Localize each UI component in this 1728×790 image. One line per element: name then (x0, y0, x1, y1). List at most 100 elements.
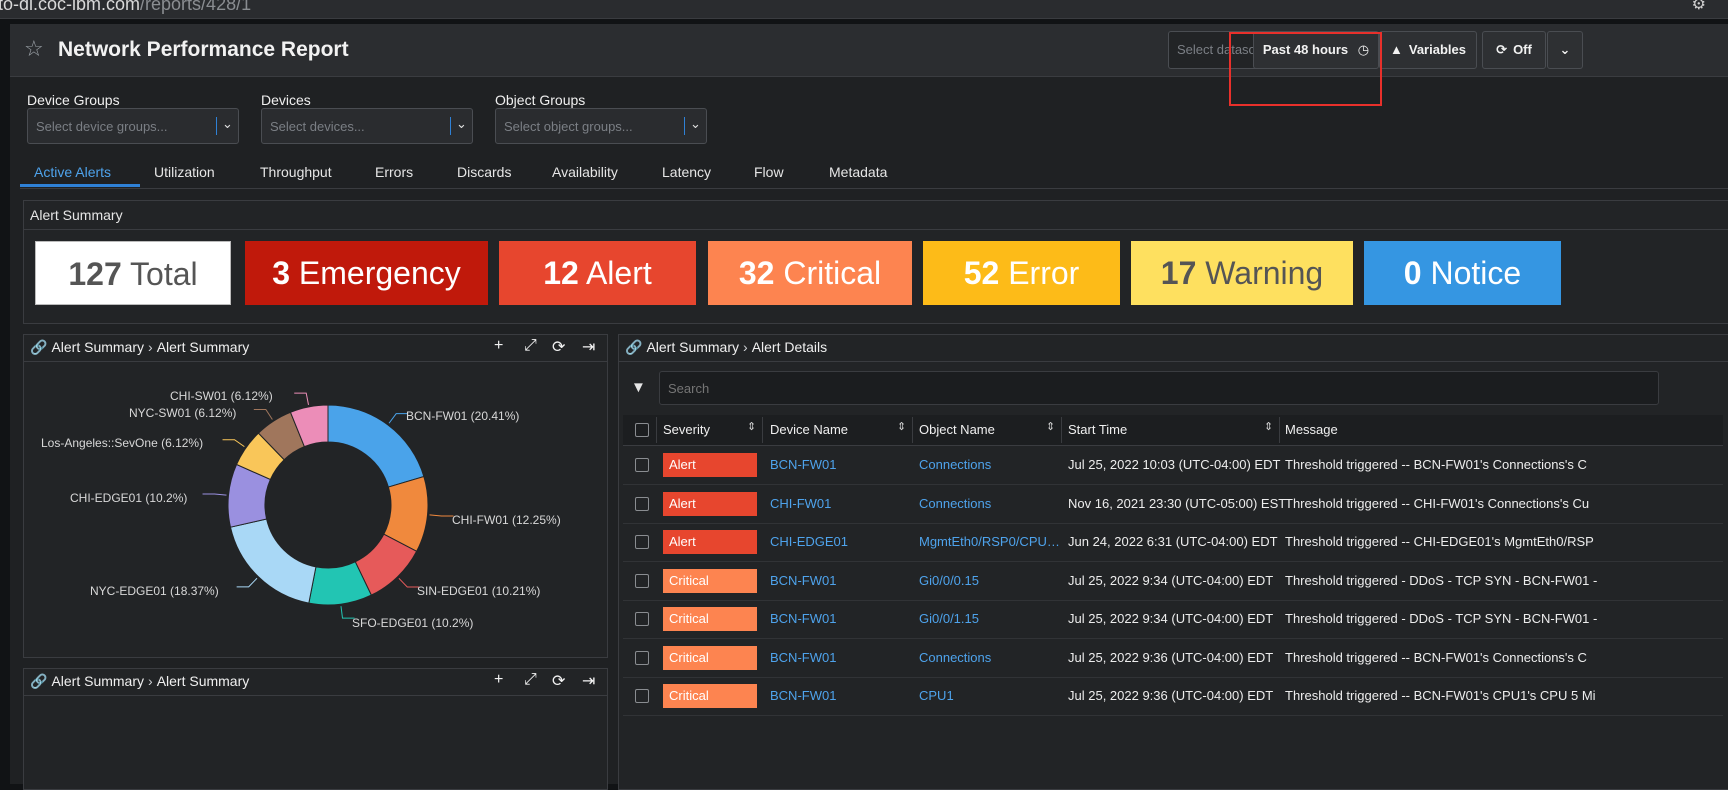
device-groups-placeholder: Select device groups... (36, 119, 168, 134)
tab-availability[interactable]: Availability (552, 164, 618, 180)
tab-discards[interactable]: Discards (457, 164, 511, 180)
table-row[interactable]: Critical BCN-FW01 Connections Jul 25, 2022 … (623, 639, 1723, 678)
object-groups-select[interactable]: Select object groups... ⌄ (495, 108, 707, 144)
device-name-link[interactable]: BCN-FW01 (770, 611, 836, 626)
column-header-start-time[interactable]: Start Time (1068, 422, 1127, 437)
refresh-icon[interactable]: ⟳ (552, 337, 565, 357)
chevron-right-icon: › (148, 339, 153, 355)
column-header-severity[interactable]: Severity (663, 422, 710, 437)
alert-count-box[interactable]: 12 Alert (499, 241, 696, 305)
object-name-link[interactable]: Connections (919, 496, 991, 511)
tab-latency[interactable]: Latency (662, 164, 711, 180)
link-icon[interactable]: 🔗 (30, 339, 47, 355)
chevron-down-icon[interactable]: ⌄ (690, 116, 701, 132)
time-range-label: Past 48 hours (1262, 42, 1349, 57)
row-checkbox[interactable] (635, 573, 649, 588)
message-text: Threshold triggered -- CHI-FW01's Connec… (1285, 495, 1590, 511)
add-icon[interactable]: + (494, 671, 503, 689)
device-name-link[interactable]: BCN-FW01 (770, 573, 836, 588)
tab-throughput[interactable]: Throughput (260, 164, 332, 180)
breadcrumb-1[interactable]: Alert Summary (51, 339, 144, 355)
severity-badge: Critical (663, 568, 757, 593)
message-text: Threshold triggered - DDoS - TCP SYN - B… (1285, 611, 1598, 626)
total-count-box[interactable]: 127 Total (35, 241, 231, 305)
row-checkbox[interactable] (635, 689, 649, 703)
url-text[interactable]: to-di.coc-ibm.com/reports/428/1 (0, 0, 251, 15)
device-groups-select[interactable]: Select device groups... ⌄ (27, 108, 239, 144)
auto-refresh-button[interactable]: ⟳ Off (1482, 31, 1546, 69)
table-row[interactable]: Alert CHI-EDGE01 MgmtEth0/RSP0/CPU… Jun 24,… (623, 523, 1723, 562)
total-count: 127 (68, 256, 122, 292)
time-range-button[interactable]: Past 48 hours ◷ (1253, 31, 1379, 69)
device-name-link[interactable]: BCN-FW01 (770, 457, 836, 472)
device-name-link[interactable]: BCN-FW01 (770, 688, 836, 703)
breadcrumb-1[interactable]: Alert Summary (646, 339, 739, 355)
browser-url-bar[interactable]: to-di.coc-ibm.com/reports/428/1 ⚙ (0, 0, 1728, 19)
table-row[interactable]: Critical BCN-FW01 CPU1 Jul 25, 2022 9:36 (U… (623, 677, 1723, 716)
error-count-box[interactable]: 52 Error (923, 241, 1120, 305)
donut-slice[interactable] (229, 518, 317, 604)
variables-button[interactable]: ▲ Variables (1379, 31, 1477, 69)
row-checkbox[interactable] (635, 650, 649, 665)
object-name-link[interactable]: Gi0/0/1.15 (919, 611, 979, 626)
shapes-icon: ▲ (1390, 42, 1403, 57)
device-name-link[interactable]: CHI-EDGE01 (770, 534, 848, 549)
expand-icon[interactable]: ⤢ (524, 671, 537, 689)
object-name-link[interactable]: Connections (919, 650, 991, 665)
critical-count-box[interactable]: 32 Critical (708, 241, 912, 305)
device-name-link[interactable]: BCN-FW01 (770, 650, 836, 665)
table-row[interactable]: Critical BCN-FW01 Gi0/0/0.15 Jul 25, 2022 9… (623, 562, 1723, 601)
extension-icon[interactable]: ⚙ (1692, 0, 1706, 14)
notice-count-box[interactable]: 0 Notice (1364, 241, 1561, 305)
chevron-down-icon[interactable]: ⌄ (456, 116, 467, 132)
chart-label: BCN-FW01 (20.41%) (406, 409, 520, 423)
chart-label: SIN-EDGE01 (10.21%) (417, 584, 541, 598)
row-checkbox[interactable] (635, 535, 649, 549)
link-icon[interactable]: 🔗 (30, 673, 47, 689)
tab-active-alerts[interactable]: Active Alerts (34, 164, 111, 180)
favorite-star-icon[interactable]: ☆ (24, 36, 44, 62)
warning-count-box[interactable]: 17 Warning (1131, 241, 1353, 305)
filter-icon[interactable]: ▼ (631, 379, 646, 396)
chart-label: CHI-EDGE01 (10.2%) (70, 491, 188, 505)
link-icon[interactable]: 🔗 (625, 339, 642, 355)
chevron-down-icon[interactable]: ⌄ (222, 116, 233, 132)
column-divider (1061, 417, 1062, 443)
total-label: Total (130, 256, 198, 292)
object-name-link[interactable]: MgmtEth0/RSP0/CPU… (919, 534, 1060, 549)
select-all-checkbox[interactable] (635, 423, 649, 437)
add-icon[interactable]: + (494, 337, 503, 355)
sort-icon[interactable]: ⇕ (1046, 420, 1055, 433)
devices-select[interactable]: Select devices... ⌄ (261, 108, 473, 144)
tab-utilization[interactable]: Utilization (154, 164, 215, 180)
column-header-object-name[interactable]: Object Name (919, 422, 995, 437)
sort-icon[interactable]: ⇕ (897, 420, 906, 433)
column-header-device-name[interactable]: Device Name (770, 422, 848, 437)
export-icon[interactable]: ⇥ (582, 337, 595, 357)
table-row[interactable]: Alert BCN-FW01 Connections Jul 25, 2022 10:… (623, 446, 1723, 485)
row-checkbox[interactable] (635, 612, 649, 626)
tab-errors[interactable]: Errors (375, 164, 413, 180)
table-row[interactable]: Alert CHI-FW01 Connections Nov 16, 2021 23:… (623, 485, 1723, 524)
object-name-link[interactable]: CPU1 (919, 688, 954, 703)
device-name-link[interactable]: CHI-FW01 (770, 496, 831, 511)
tab-metadata[interactable]: Metadata (829, 164, 887, 180)
object-name-link[interactable]: Connections (919, 457, 991, 472)
refresh-icon[interactable]: ⟳ (552, 671, 565, 691)
sort-icon[interactable]: ⇕ (1264, 420, 1273, 433)
sort-icon[interactable]: ⇕ (747, 420, 756, 433)
table-row[interactable]: Critical BCN-FW01 Gi0/0/1.15 Jul 25, 2022 9… (623, 600, 1723, 639)
message-text: Threshold triggered -- BCN-FW01's Connec… (1285, 649, 1587, 665)
breadcrumb-1[interactable]: Alert Summary (51, 673, 144, 689)
emergency-count-box[interactable]: 3 Emergency (245, 241, 488, 305)
tab-flow[interactable]: Flow (754, 164, 784, 180)
row-checkbox[interactable] (635, 458, 649, 472)
export-icon[interactable]: ⇥ (582, 671, 595, 691)
chart-label: NYC-EDGE01 (18.37%) (90, 584, 219, 598)
column-header-message[interactable]: Message (1285, 422, 1338, 437)
search-input[interactable] (659, 371, 1659, 405)
object-name-link[interactable]: Gi0/0/0.15 (919, 573, 979, 588)
row-checkbox[interactable] (635, 496, 649, 511)
refresh-options-button[interactable]: ⌄ (1547, 31, 1583, 69)
expand-icon[interactable]: ⤢ (524, 337, 537, 355)
